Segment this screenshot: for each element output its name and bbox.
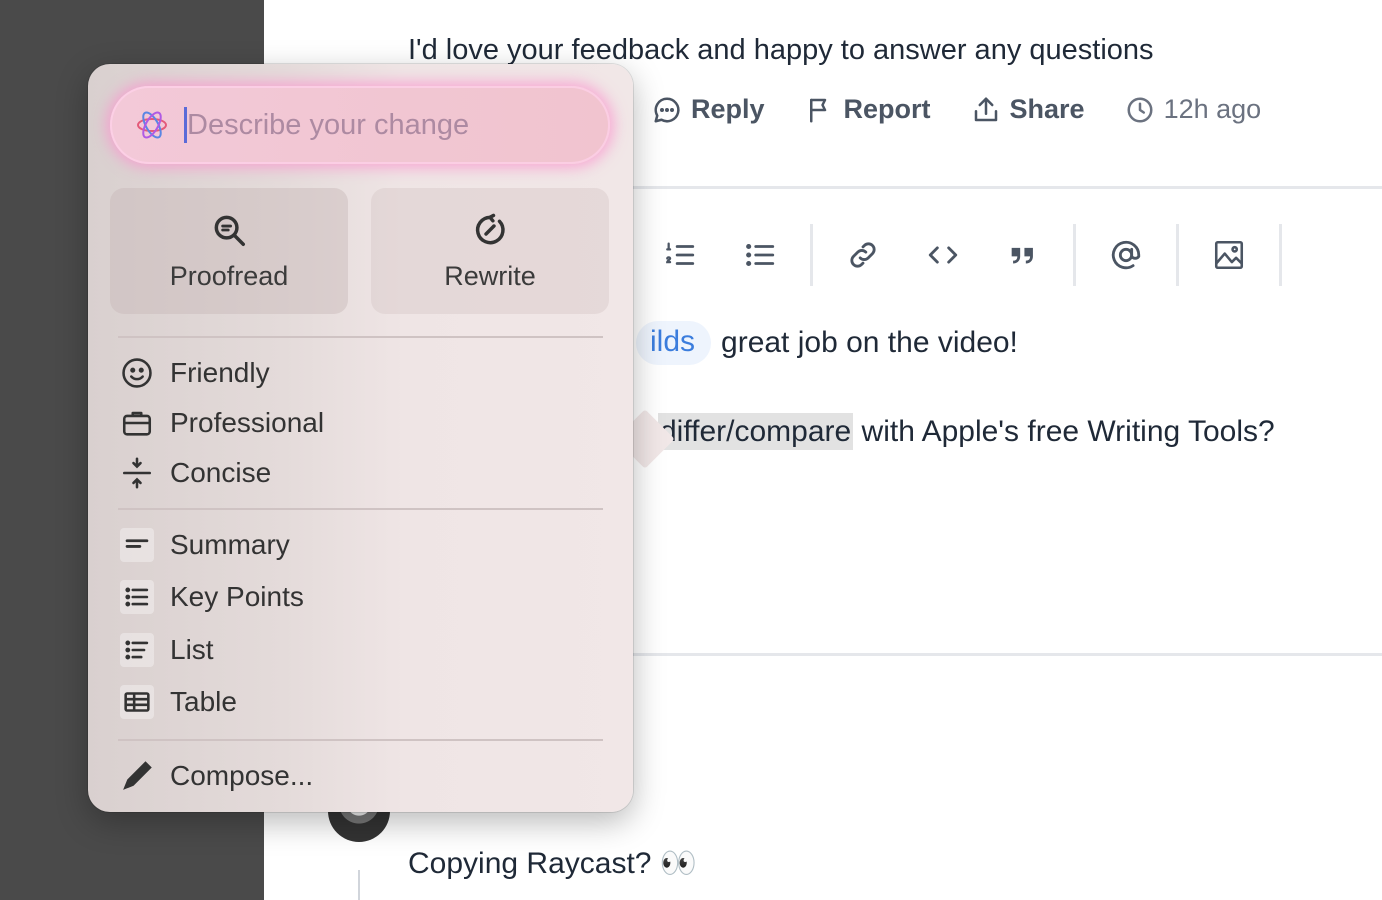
rewrite-button[interactable]: Rewrite xyxy=(371,188,609,314)
summary-icon xyxy=(120,528,154,562)
list-icon xyxy=(120,633,154,667)
pencil-icon xyxy=(120,759,154,793)
proofread-label: Proofread xyxy=(169,260,289,291)
list-option[interactable]: List xyxy=(120,633,214,667)
menu-divider xyxy=(118,508,603,510)
selected-text[interactable]: differ/compare xyxy=(658,413,854,450)
key-points-option[interactable]: Key Points xyxy=(120,580,304,614)
mention-button[interactable] xyxy=(1086,223,1166,287)
concise-option[interactable]: Concise xyxy=(120,456,271,490)
bullet-list-button[interactable] xyxy=(720,223,800,287)
professional-label: Professional xyxy=(170,407,325,438)
thread-line xyxy=(358,870,360,900)
summary-option[interactable]: Summary xyxy=(120,528,290,562)
toolbar-divider xyxy=(810,224,813,286)
numbered-list-button[interactable] xyxy=(640,223,720,287)
image-icon xyxy=(1214,240,1244,270)
describe-change-input[interactable] xyxy=(187,108,587,142)
compose-option[interactable]: Compose... xyxy=(120,759,313,793)
summary-label: Summary xyxy=(170,529,290,560)
clock-icon xyxy=(1127,97,1153,122)
reply-button[interactable]: Reply xyxy=(652,94,765,125)
proofread-button[interactable]: Proofread xyxy=(110,188,348,314)
key-points-icon xyxy=(120,580,154,614)
quote-button[interactable] xyxy=(983,223,1063,287)
quote-icon xyxy=(1011,247,1033,264)
screen: I'd love your feedback and happy to answ… xyxy=(0,0,1382,900)
toolbar-divider xyxy=(1279,224,1282,286)
table-icon xyxy=(120,685,154,719)
at-sign-icon xyxy=(1111,240,1141,270)
magnifier-icon xyxy=(214,215,245,246)
table-option[interactable]: Table xyxy=(120,685,237,719)
menu-divider xyxy=(118,739,603,741)
share-label: Share xyxy=(1009,94,1085,124)
table-label: Table xyxy=(170,686,237,717)
share-button[interactable]: Share xyxy=(971,94,1085,125)
toolbar-divider xyxy=(1073,224,1076,286)
describe-change-field[interactable] xyxy=(110,86,610,164)
reply-label: Reply xyxy=(691,94,765,124)
editor-line-2: differ/compare with Apple's free Writing… xyxy=(658,413,1275,450)
report-button[interactable]: Report xyxy=(805,94,931,125)
rewrite-icon xyxy=(475,213,505,244)
flag-icon xyxy=(809,98,826,122)
editor-line-1-text: great job on the video! xyxy=(721,326,1018,359)
smile-icon xyxy=(120,356,154,390)
comment-actions: Reply Report Share 12h ago xyxy=(652,94,1301,125)
editor-line-2-text: with Apple's free Writing Tools? xyxy=(853,415,1275,448)
concise-icon xyxy=(120,456,154,490)
friendly-label: Friendly xyxy=(170,357,270,388)
rewrite-label: Rewrite xyxy=(444,260,536,291)
timestamp-label: 12h ago xyxy=(1163,94,1262,124)
link-button[interactable] xyxy=(823,223,903,287)
reply-text: Copying Raycast? 👀 xyxy=(408,847,698,880)
briefcase-icon xyxy=(120,406,154,440)
link-icon xyxy=(850,242,876,268)
writing-tools-popup: Proofread Rewrite Friendly Professional … xyxy=(88,64,633,812)
chat-bubble-icon xyxy=(654,96,680,122)
toolbar-divider xyxy=(1176,224,1179,286)
timestamp: 12h ago xyxy=(1125,94,1262,125)
list-label: List xyxy=(170,634,214,665)
image-button[interactable] xyxy=(1189,223,1269,287)
apple-intelligence-icon xyxy=(137,111,167,139)
report-label: Report xyxy=(843,94,931,124)
editor-toolbar xyxy=(640,223,1292,287)
comment-editor[interactable]: ilds great job on the video! differ/comp… xyxy=(536,186,1382,656)
menu-divider xyxy=(118,336,603,338)
comment-text: I'd love your feedback and happy to answ… xyxy=(408,34,1154,66)
numbered-list-icon xyxy=(666,242,695,265)
code-icon xyxy=(928,246,958,264)
code-button[interactable] xyxy=(903,223,983,287)
key-points-label: Key Points xyxy=(170,581,304,612)
user-mention[interactable]: ilds xyxy=(636,321,712,365)
concise-label: Concise xyxy=(170,457,272,488)
editor-line-1: ilds great job on the video! xyxy=(636,321,1018,365)
professional-option[interactable]: Professional xyxy=(120,406,324,440)
share-icon xyxy=(974,97,997,121)
compose-label: Compose... xyxy=(170,760,314,791)
bullet-list-icon xyxy=(746,243,775,267)
friendly-option[interactable]: Friendly xyxy=(120,356,270,390)
